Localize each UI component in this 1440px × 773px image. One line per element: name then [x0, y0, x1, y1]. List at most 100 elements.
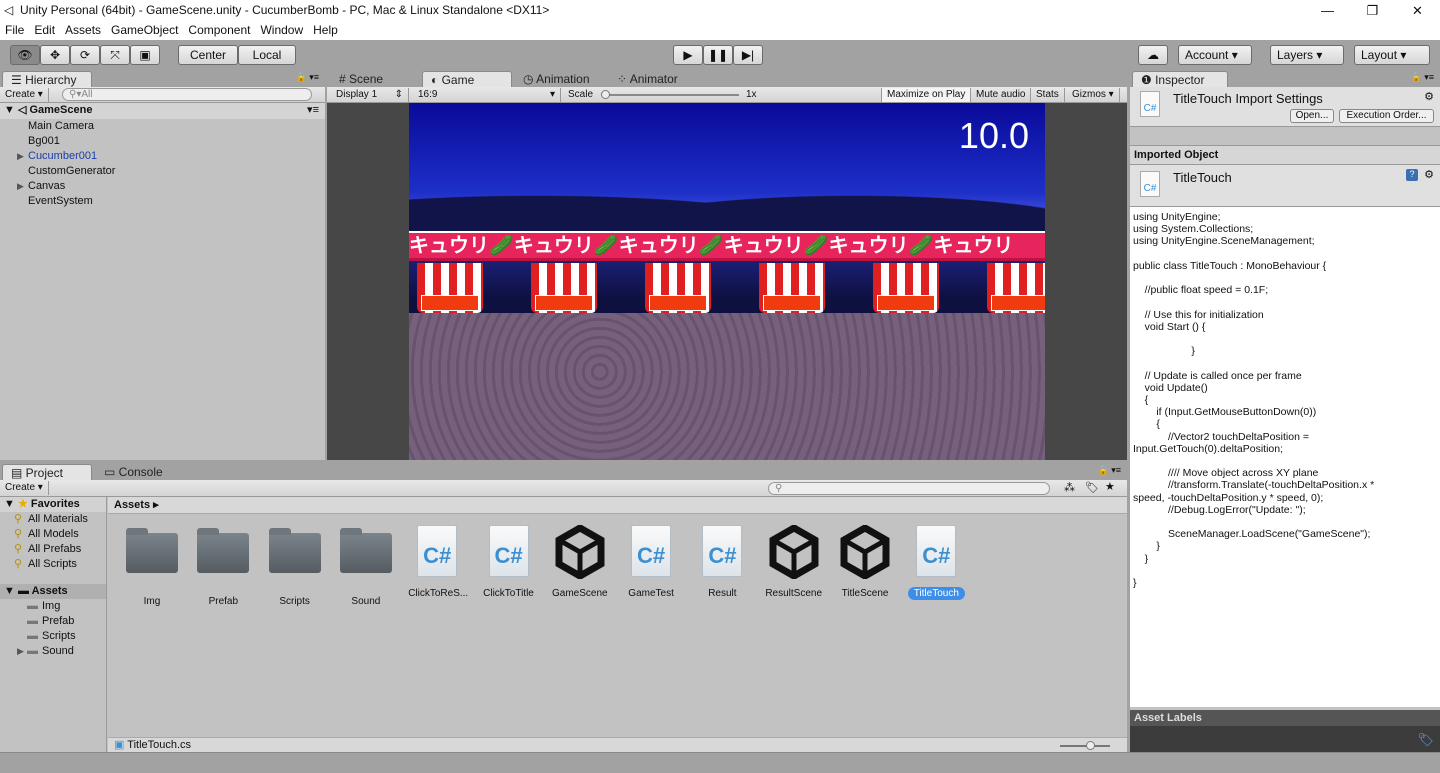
asset-folder[interactable]: Scripts	[260, 525, 330, 608]
folder-tree-item[interactable]: ▬ Scripts	[0, 629, 106, 644]
project-create-button[interactable]: Create ▾	[0, 481, 49, 495]
maximize-on-play-toggle[interactable]: Maximize on Play	[881, 88, 972, 102]
folder-tree-item[interactable]: ▬ Img	[0, 599, 106, 614]
asset-script[interactable]: C# ClickToReS...	[402, 525, 472, 600]
pivot-local-button[interactable]: Local	[238, 45, 296, 65]
project-search-input[interactable]: ⚲	[768, 482, 1050, 495]
display-dropdown[interactable]: Display 1 ⇕	[331, 88, 409, 102]
favorite-item[interactable]: ⚲ All Prefabs	[0, 542, 106, 557]
tag-icon[interactable]: 🏷	[1417, 732, 1434, 748]
game-viewport[interactable]: キュウリ🥒キュウリ🥒キュウリ🥒キュウリ🥒キュウリ🥒キュウリ 10.0	[409, 103, 1045, 460]
hierarchy-item[interactable]: ▶ Canvas	[0, 179, 325, 194]
asset-folder[interactable]: Prefab	[188, 525, 258, 608]
scale-tool-button[interactable]: ⤧	[100, 45, 130, 65]
asset-label: Prefab	[208, 596, 239, 607]
hierarchy-item[interactable]: CustomGenerator	[0, 164, 325, 179]
filter-type-icon[interactable]: ⁂	[1064, 481, 1075, 494]
icon-size-thumb[interactable]	[1086, 741, 1095, 750]
hierarchy-item[interactable]: ▶ Cucumber001	[0, 149, 325, 164]
cloud-button[interactable]: ☁	[1138, 45, 1168, 65]
hand-tool-button[interactable]: 👁	[10, 45, 40, 65]
layout-dropdown[interactable]: Layout ▾	[1354, 45, 1430, 65]
menu-file[interactable]: File	[0, 23, 29, 37]
tab-console[interactable]: ▭ Console	[96, 464, 171, 480]
icon-size-slider[interactable]	[1060, 741, 1110, 750]
asset-script[interactable]: C# ClickToTitle	[474, 525, 544, 600]
expand-arrow-icon[interactable]: ▶	[17, 644, 24, 659]
expand-arrow-icon[interactable]: ▶	[17, 149, 24, 164]
folder-tree-item[interactable]: ▶ ▬ Sound	[0, 644, 106, 659]
open-button[interactable]: Open...	[1290, 109, 1334, 123]
step-button[interactable]: ▶|	[733, 45, 763, 65]
asset-script[interactable]: C# Result	[687, 525, 757, 600]
expand-arrow-icon[interactable]: ▶	[17, 179, 24, 194]
project-lock-icon[interactable]: 🔒 ▾≡	[1098, 465, 1121, 476]
rotate-tool-button[interactable]: ⟳	[70, 45, 100, 65]
move-tool-button[interactable]: ✥	[40, 45, 70, 65]
minimize-button[interactable]: —	[1305, 0, 1350, 21]
settings-gear-icon[interactable]: ⚙	[1424, 90, 1434, 103]
asset-script[interactable]: C# TitleTouch	[901, 525, 971, 600]
inspector-lock-icon[interactable]: 🔒 ▾≡	[1411, 72, 1434, 83]
space-label: Local	[252, 48, 282, 62]
menu-gameobject[interactable]: GameObject	[106, 23, 183, 37]
asset-scene[interactable]: TitleScene	[830, 523, 900, 600]
favorite-item[interactable]: ⚲ All Scripts	[0, 557, 106, 572]
asset-scene[interactable]: ResultScene	[759, 523, 829, 600]
hierarchy-item[interactable]: EventSystem	[0, 194, 325, 209]
favorites-header[interactable]: ▼ ★ Favorites	[0, 497, 106, 512]
tab-scene[interactable]: # Scene	[331, 71, 391, 87]
asset-folder[interactable]: Sound	[331, 525, 401, 608]
favorite-star-icon[interactable]: ★	[1105, 480, 1115, 493]
menu-window[interactable]: Window	[255, 23, 308, 37]
maximize-button[interactable]: ❐	[1350, 0, 1395, 21]
gizmos-dropdown[interactable]: Gizmos ▾	[1067, 88, 1120, 102]
menu-help[interactable]: Help	[308, 23, 343, 37]
menu-bar: File Edit Assets GameObject Component Window H…	[0, 21, 1440, 40]
menu-component[interactable]: Component	[183, 23, 255, 37]
folder-icon	[197, 528, 250, 573]
aspect-dropdown[interactable]: 16:9 ▾	[413, 88, 561, 102]
layers-dropdown[interactable]: Layers ▾	[1270, 45, 1344, 65]
inspector-panel: ❶ Inspector 🔒 ▾≡ C# TitleTouch Import Set…	[1130, 70, 1440, 752]
tab-project[interactable]: ▤ Project	[2, 464, 92, 480]
play-button[interactable]: ▶	[673, 45, 703, 65]
favorite-item[interactable]: ⚲ All Materials	[0, 512, 106, 527]
tab-animation[interactable]: ◷ Animation	[515, 71, 598, 87]
execution-order-button[interactable]: Execution Order...	[1339, 109, 1434, 123]
hierarchy-search-input[interactable]: ⚲▾All	[62, 88, 312, 101]
help-icon[interactable]: ?	[1406, 169, 1418, 181]
hierarchy-item[interactable]: Main Camera	[0, 119, 325, 134]
favorite-item[interactable]: ⚲ All Models	[0, 527, 106, 542]
scene-name: GameScene	[29, 104, 93, 116]
breadcrumb-assets[interactable]: Assets	[114, 499, 150, 511]
pause-button[interactable]: ❚❚	[703, 45, 733, 65]
mute-audio-toggle[interactable]: Mute audio	[971, 88, 1032, 102]
tab-animator[interactable]: ⁘ Animator	[609, 71, 686, 87]
asset-script[interactable]: C# GameTest	[616, 525, 686, 600]
pivot-center-button[interactable]: Center	[178, 45, 238, 65]
folder-tree-item[interactable]: ▬ Prefab	[0, 614, 106, 629]
scale-slider-thumb[interactable]	[601, 90, 610, 99]
project-footer: ▣ TitleTouch.cs	[108, 737, 1127, 752]
rect-tool-button[interactable]: ▣	[130, 45, 160, 65]
stats-toggle[interactable]: Stats	[1031, 88, 1065, 102]
object-gear-icon[interactable]: ⚙	[1424, 168, 1434, 181]
assets-header[interactable]: ▼ ▬ Assets	[0, 584, 106, 599]
scene-header[interactable]: ▼ ◁ GameScene ▾≡	[0, 103, 325, 119]
menu-edit[interactable]: Edit	[29, 23, 60, 37]
tab-inspector[interactable]: ❶ Inspector	[1132, 71, 1228, 87]
close-button[interactable]: ✕	[1395, 0, 1440, 21]
asset-scene[interactable]: GameScene	[545, 523, 615, 600]
account-dropdown[interactable]: Account ▾	[1178, 45, 1252, 65]
asset-folder[interactable]: Img	[117, 525, 187, 608]
tab-game[interactable]: ◐ Game	[422, 71, 512, 87]
hierarchy-create-button[interactable]: Create ▾	[0, 88, 49, 102]
filter-label-icon[interactable]: 🏷	[1085, 481, 1099, 494]
tab-hierarchy[interactable]: ☰ Hierarchy	[2, 71, 92, 87]
lock-icon[interactable]: 🔒 ▾≡	[296, 72, 319, 83]
hierarchy-item[interactable]: Bg001	[0, 134, 325, 149]
scale-slider[interactable]	[601, 90, 739, 99]
menu-assets[interactable]: Assets	[60, 23, 106, 37]
scene-menu-icon[interactable]: ▾≡	[307, 103, 319, 118]
